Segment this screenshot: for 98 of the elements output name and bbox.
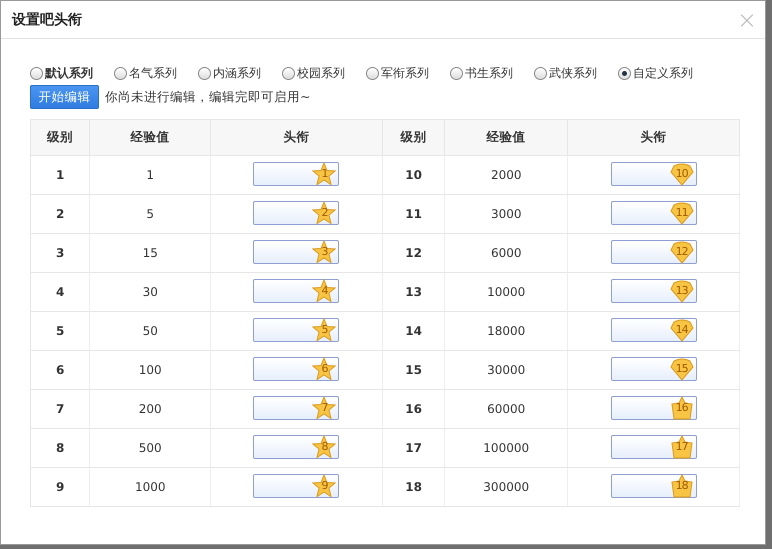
radio-label[interactable]: 名气系列 xyxy=(129,64,177,82)
table-cell: 14 xyxy=(382,312,445,350)
column-header: 头衔 xyxy=(568,120,740,156)
table-cell: 6 xyxy=(30,350,90,390)
table-cell: 11 xyxy=(382,194,445,234)
star-badge: 9 xyxy=(312,474,336,498)
title-field[interactable]: 13 xyxy=(610,278,697,302)
heart-badge: 11 xyxy=(670,200,694,224)
title-field[interactable]: 7 xyxy=(253,396,340,420)
heart-badge: 13 xyxy=(670,278,694,302)
star-badge: 7 xyxy=(312,396,336,420)
radio-label[interactable]: 武侠系列 xyxy=(549,64,597,82)
title-field[interactable]: 15 xyxy=(610,356,697,380)
radio-button[interactable] xyxy=(198,66,211,80)
title-field[interactable]: 4 xyxy=(253,278,340,302)
heart-badge: 12 xyxy=(670,240,694,264)
table-cell: 200 xyxy=(90,390,211,428)
table-cell: 5 xyxy=(30,312,90,350)
crown-badge: 18 xyxy=(670,474,694,498)
radio-label[interactable]: 自定义系列 xyxy=(633,64,693,82)
radio-label[interactable]: 默认系列 xyxy=(45,64,93,82)
title-field[interactable]: 17 xyxy=(610,434,697,458)
table-cell: 5 xyxy=(90,194,211,234)
table-cell: 7 xyxy=(30,390,90,428)
table-cell: 1 xyxy=(30,156,90,194)
radio-button[interactable] xyxy=(366,66,379,80)
table-cell: 9 xyxy=(30,468,90,506)
title-field[interactable]: 1 xyxy=(253,162,340,186)
table-cell: 18000 xyxy=(444,312,568,350)
title-field[interactable]: 10 xyxy=(610,162,697,186)
radio-button[interactable] xyxy=(450,66,463,80)
table-cell: 30 xyxy=(90,272,211,312)
radio-button[interactable] xyxy=(534,66,547,80)
table-cell: 30000 xyxy=(444,350,568,390)
star-badge: 3 xyxy=(312,240,336,264)
table-cell: 16 xyxy=(382,390,445,428)
star-badge: 6 xyxy=(312,356,336,380)
star-badge: 2 xyxy=(312,200,336,224)
table-cell: 12 xyxy=(382,234,445,272)
heart-badge: 14 xyxy=(670,318,694,342)
table-cell: 13 xyxy=(382,272,445,312)
table-cell: 15 xyxy=(382,350,445,390)
close-button[interactable]: × xyxy=(736,8,757,32)
table-cell: 6000 xyxy=(444,234,568,272)
title-field[interactable]: 18 xyxy=(610,474,697,498)
table-cell: 10 xyxy=(382,156,445,194)
title-field[interactable]: 9 xyxy=(253,474,340,498)
table-cell: 4 xyxy=(30,272,90,312)
radio-button[interactable] xyxy=(114,66,127,80)
hint-text: 你尚未进行编辑，编辑完即可启用~ xyxy=(105,88,310,106)
table-cell: 50 xyxy=(90,312,211,350)
table-cell: 8 xyxy=(30,428,90,468)
title-field[interactable]: 14 xyxy=(610,318,697,342)
table-cell: 60000 xyxy=(444,390,568,428)
table-cell: 2 xyxy=(30,194,90,234)
table-cell: 10000 xyxy=(444,272,568,312)
title-field[interactable]: 5 xyxy=(253,318,340,342)
table-cell: 500 xyxy=(90,428,211,468)
radio-button[interactable] xyxy=(282,66,295,80)
title-field[interactable]: 12 xyxy=(610,240,697,264)
star-badge: 4 xyxy=(312,278,336,302)
title-field[interactable]: 6 xyxy=(253,356,340,380)
table-cell: 1000 xyxy=(90,468,211,506)
column-header: 级别 xyxy=(30,120,90,156)
table-cell: 3000 xyxy=(444,194,568,234)
star-badge: 5 xyxy=(312,318,336,342)
table-cell: 300000 xyxy=(444,468,568,506)
table-cell: 17 xyxy=(382,428,445,468)
radio-label[interactable]: 书生系列 xyxy=(465,64,513,82)
column-header: 头衔 xyxy=(210,120,382,156)
title-field[interactable]: 2 xyxy=(253,200,340,224)
radio-button[interactable] xyxy=(30,66,43,80)
radio-label[interactable]: 内涵系列 xyxy=(213,64,261,82)
star-badge: 1 xyxy=(312,162,336,186)
column-header: 经验值 xyxy=(90,120,211,156)
title-field[interactable]: 16 xyxy=(610,396,697,420)
table-cell: 1 xyxy=(90,156,211,194)
star-badge: 8 xyxy=(312,434,336,458)
title-field[interactable]: 3 xyxy=(253,240,340,264)
table-cell: 2000 xyxy=(444,156,568,194)
crown-badge: 17 xyxy=(670,434,694,458)
table-cell: 3 xyxy=(30,234,90,272)
radio-label[interactable]: 军衔系列 xyxy=(381,64,429,82)
table-cell: 100 xyxy=(90,350,211,390)
column-header: 经验值 xyxy=(444,120,568,156)
table-cell: 18 xyxy=(382,468,445,506)
radio-label[interactable]: 校园系列 xyxy=(297,64,345,82)
heart-badge: 10 xyxy=(670,162,694,186)
title-field[interactable]: 8 xyxy=(253,434,340,458)
table-cell: 100000 xyxy=(444,428,568,468)
table-cell: 15 xyxy=(90,234,211,272)
column-header: 级别 xyxy=(382,120,445,156)
radio-button[interactable] xyxy=(618,66,631,80)
title-field[interactable]: 11 xyxy=(610,200,697,224)
heart-badge: 15 xyxy=(670,356,694,380)
edit-button[interactable]: 开始编辑 xyxy=(30,85,99,109)
window-title: 设置吧头衔 xyxy=(12,10,82,28)
crown-badge: 16 xyxy=(670,396,694,420)
